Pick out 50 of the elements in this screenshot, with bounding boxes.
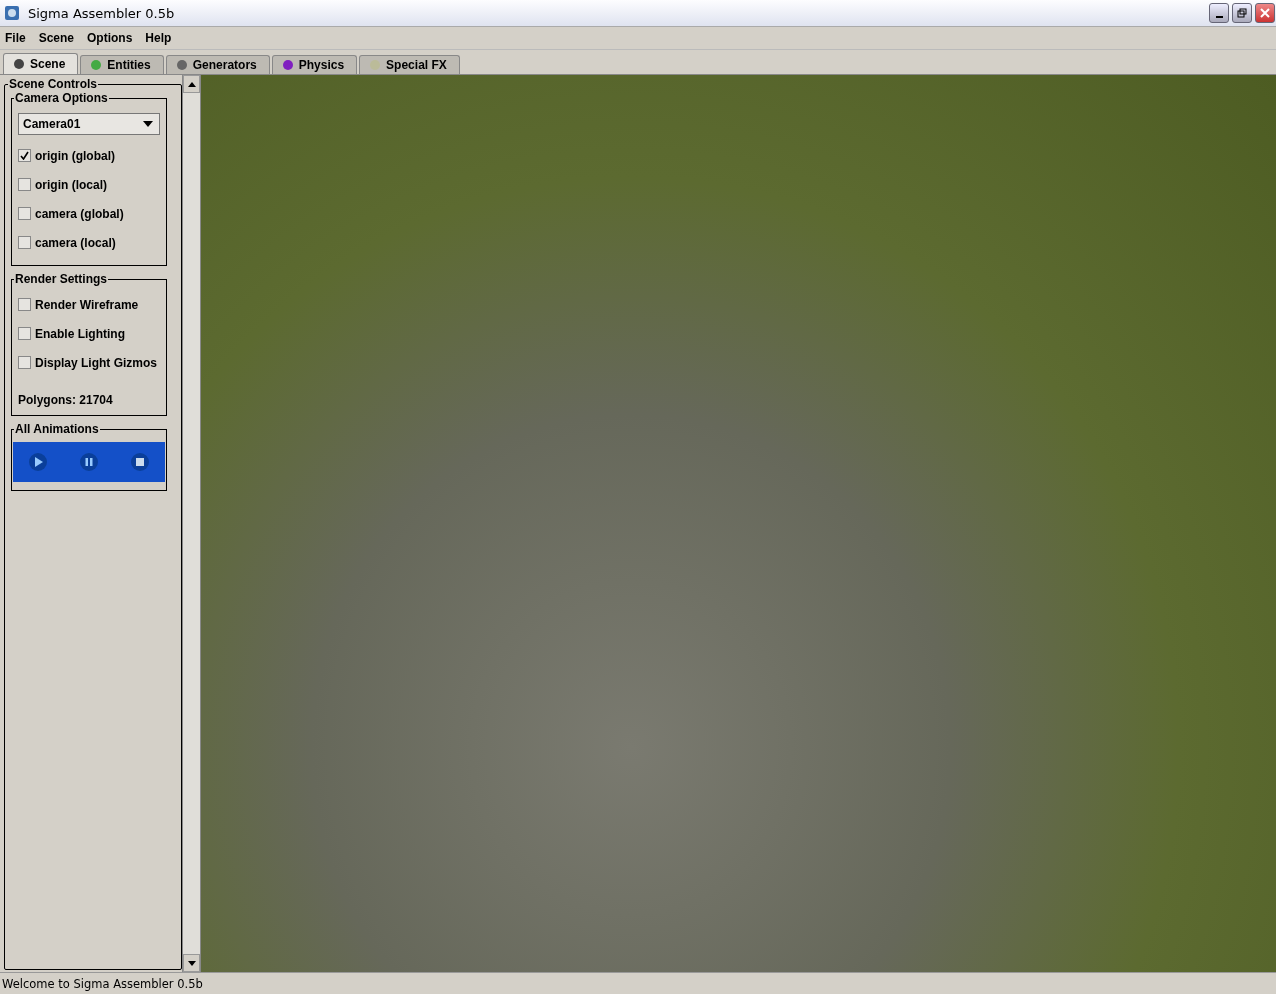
- minimize-button[interactable]: [1209, 3, 1229, 23]
- checkbox[interactable]: [18, 356, 31, 369]
- polygon-count: Polygons: 21704: [18, 393, 114, 407]
- menu-item[interactable]: Scene: [38, 31, 75, 45]
- tab[interactable]: Physics: [271, 55, 358, 74]
- tab[interactable]: Scene: [3, 53, 79, 74]
- checkbox-label: Enable Lighting: [35, 326, 125, 341]
- close-icon: [1259, 7, 1271, 19]
- restore-icon: [1237, 8, 1247, 18]
- checkbox[interactable]: [18, 236, 31, 249]
- checkbox-label: Display Light Gizmos: [35, 355, 157, 370]
- tab-icon: [368, 58, 383, 72]
- panel-title: Scene Controls: [8, 77, 99, 91]
- close-button[interactable]: [1255, 3, 1275, 23]
- tab-icon: [280, 58, 295, 72]
- camera-dropdown[interactable]: Camera01: [18, 113, 160, 135]
- window-title: Sigma Assembler 0.5b: [28, 5, 176, 21]
- tab-icon: [174, 58, 189, 72]
- checkbox-label: origin (local): [35, 177, 107, 192]
- tab-icon: [12, 57, 26, 71]
- status-bar: Welcome to Sigma Assembler 0.5b: [0, 972, 1276, 994]
- up-arrow-icon[interactable]: [187, 81, 196, 87]
- checkbox-label: origin (global): [35, 148, 115, 163]
- checkbox[interactable]: [18, 149, 31, 162]
- checkbox[interactable]: [18, 178, 31, 191]
- checkbox[interactable]: [18, 207, 31, 220]
- play-button[interactable]: [28, 452, 49, 472]
- checkbox-label: Render Wireframe: [35, 297, 139, 312]
- checkbox-label: camera (local): [35, 235, 116, 250]
- stop-button[interactable]: [129, 452, 150, 472]
- menu-item[interactable]: Help: [145, 31, 172, 45]
- menu-item[interactable]: File: [5, 31, 26, 45]
- scrollbar[interactable]: [182, 75, 200, 972]
- minimize-icon: [1215, 16, 1223, 18]
- group-title: All Animations: [14, 422, 100, 436]
- tab[interactable]: Entities: [80, 55, 164, 74]
- menu-item[interactable]: Options: [87, 31, 133, 45]
- checkbox[interactable]: [18, 327, 31, 340]
- app-icon: [4, 5, 20, 21]
- pause-button[interactable]: [79, 452, 99, 472]
- restore-button[interactable]: [1232, 3, 1252, 23]
- group-title: Camera Options: [14, 91, 109, 105]
- group-title: Render Settings: [14, 272, 108, 286]
- down-arrow-icon[interactable]: [187, 960, 196, 966]
- tab[interactable]: Special FX: [359, 55, 460, 74]
- tab-icon: [89, 58, 104, 72]
- tab[interactable]: Generators: [165, 55, 270, 74]
- checkbox-label: camera (global): [35, 206, 124, 221]
- checkbox[interactable]: [18, 298, 31, 311]
- caret-icon: [143, 121, 153, 127]
